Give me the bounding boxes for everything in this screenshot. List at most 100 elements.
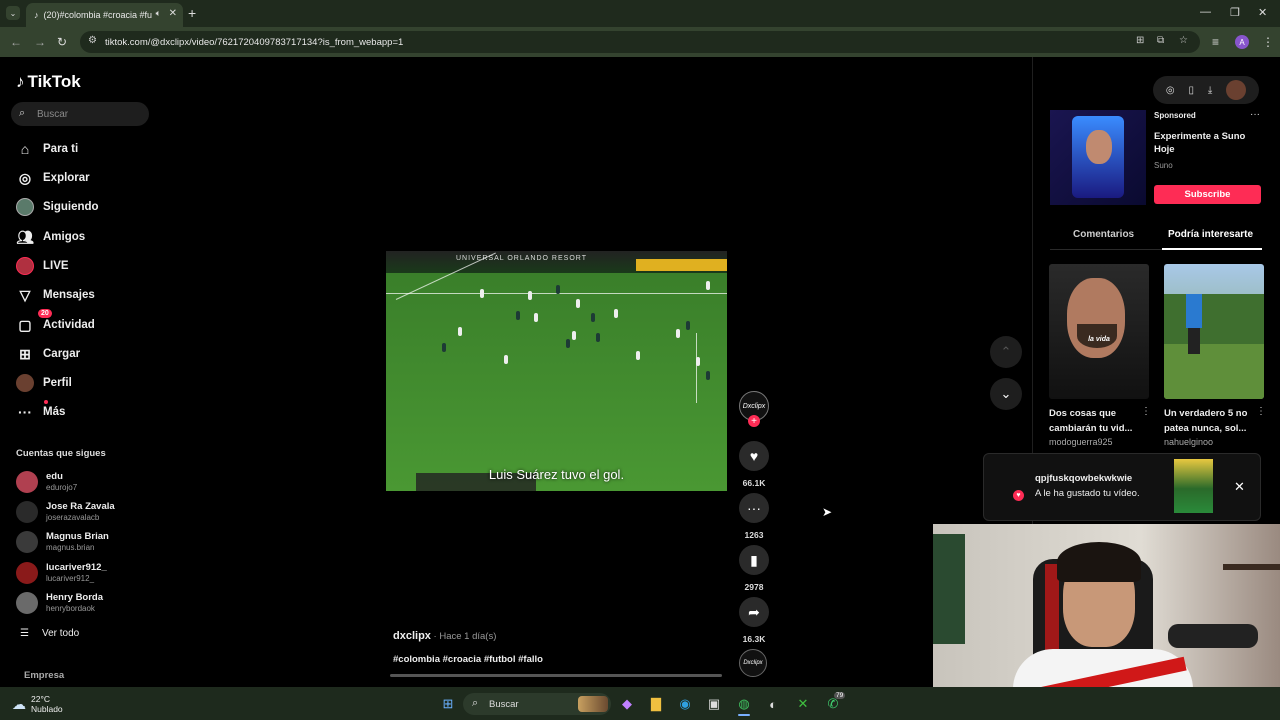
- avatar: [16, 531, 38, 553]
- subscribe-button[interactable]: Subscribe: [1154, 185, 1261, 204]
- back-icon[interactable]: ←: [10, 35, 22, 49]
- video-hashtags[interactable]: #colombia #croacia #futbol #fallo: [393, 654, 543, 665]
- tab-search-icon[interactable]: ⌄: [6, 6, 20, 20]
- comment-action[interactable]: ··· 1263: [738, 493, 770, 540]
- copilot-icon[interactable]: ◆: [616, 694, 638, 714]
- taskbar-search[interactable]: ⌕ Buscar: [463, 693, 611, 715]
- avatar: [16, 501, 38, 523]
- ad-title[interactable]: Experimente a Suno Hoje: [1154, 131, 1264, 156]
- xbox-icon[interactable]: ✕: [792, 694, 814, 714]
- more-vertical-icon[interactable]: ⋮: [1256, 406, 1266, 417]
- tab-comments[interactable]: Comentarios: [1073, 229, 1134, 240]
- following-item[interactable]: Jose Ra Zavala joserazavalacb: [16, 499, 156, 527]
- close-icon[interactable]: ✕: [1234, 479, 1245, 495]
- download-icon[interactable]: ⤓: [1208, 85, 1212, 96]
- video-title[interactable]: Un verdadero 5 no patea nunca, sol...: [1164, 406, 1256, 436]
- video-progress-bar[interactable]: [390, 674, 722, 677]
- close-window-icon[interactable]: ✕: [1258, 6, 1267, 19]
- video-thumbnail[interactable]: [1164, 264, 1264, 399]
- restore-icon[interactable]: ❐: [1230, 6, 1240, 19]
- following-item[interactable]: Magnus Brian magnus.brian: [16, 529, 156, 557]
- bookmark-star-icon[interactable]: ☆: [1179, 35, 1188, 46]
- nav-mensajes[interactable]: ▽ Mensajes: [16, 285, 95, 305]
- share-action[interactable]: ➦ 16.3K: [738, 597, 770, 644]
- tab-interest[interactable]: Podría interesarte: [1168, 229, 1253, 240]
- nav-perfil[interactable]: Perfil: [16, 373, 72, 393]
- menu-dots-icon[interactable]: ⋮: [1262, 35, 1274, 49]
- video-player[interactable]: UNIVERSAL ORLANDO RESORT Luis Suárez tuv…: [386, 251, 727, 491]
- bookmark-icon[interactable]: ▮: [739, 545, 769, 575]
- see-all-link[interactable]: ☰ Ver todo: [20, 628, 79, 639]
- friends-icon: 👥︎: [16, 228, 34, 245]
- chrome-icon[interactable]: ◍: [733, 694, 755, 714]
- like-action[interactable]: ♥ 66.1K: [738, 441, 770, 488]
- video-author[interactable]: modoguerra925: [1049, 437, 1113, 447]
- browser-tab[interactable]: ♪ (20)#colombia #croacia #fu 🔈︎ ✕: [26, 3, 183, 27]
- steam-icon[interactable]: ◐: [762, 694, 784, 714]
- ad-thumbnail[interactable]: [1050, 110, 1146, 205]
- follow-plus-icon[interactable]: +: [748, 415, 760, 427]
- notification-dot: [44, 400, 48, 404]
- search-icon: ⌕: [19, 107, 26, 119]
- video-thumbnail[interactable]: la vida: [1049, 264, 1149, 399]
- edge-icon[interactable]: ◉: [674, 694, 696, 714]
- notification-thumbnail[interactable]: [1174, 459, 1213, 513]
- comment-icon[interactable]: ···: [739, 493, 769, 523]
- nav-cargar[interactable]: ⊞ Cargar: [16, 344, 80, 364]
- music-disc[interactable]: Dxclipx: [739, 649, 767, 677]
- tab-list-icon[interactable]: ≡: [1212, 35, 1219, 49]
- author-name[interactable]: dxclipx: [393, 630, 431, 642]
- more-vertical-icon[interactable]: ⋮: [1141, 406, 1151, 417]
- minimize-icon[interactable]: —: [1200, 6, 1211, 18]
- forward-icon[interactable]: →: [34, 35, 46, 49]
- next-video-button[interactable]: ⌄: [990, 378, 1022, 410]
- explore-icon[interactable]: ◎: [1166, 85, 1175, 96]
- company-link[interactable]: Empresa: [24, 670, 64, 681]
- save-action[interactable]: ▮ 2978: [738, 545, 770, 592]
- audio-icon[interactable]: 🔈︎: [156, 8, 161, 19]
- nav-live[interactable]: LIVE: [16, 256, 69, 276]
- previous-video-button[interactable]: ⌃: [990, 336, 1022, 368]
- profile-avatar[interactable]: A: [1235, 35, 1249, 49]
- mobile-icon[interactable]: ▯: [1188, 85, 1194, 96]
- search-input[interactable]: ⌕ Buscar: [11, 102, 149, 126]
- following-heading: Cuentas que sigues: [16, 448, 106, 459]
- avatar: [16, 562, 38, 584]
- following-item[interactable]: Henry Borda henrybordaok: [16, 590, 156, 618]
- nav-mas[interactable]: ··· Más: [16, 400, 65, 422]
- active-tab-indicator: [1162, 248, 1262, 250]
- weather-widget[interactable]: ☁ 22°C Nublado: [12, 694, 63, 714]
- file-explorer-icon[interactable]: ▇: [645, 694, 667, 714]
- thumbnail-overlay-text: la vida: [1088, 336, 1110, 343]
- nav-actividad[interactable]: ▢ 20 Actividad: [16, 309, 95, 335]
- windows-taskbar: [0, 687, 1280, 720]
- install-icon[interactable]: ⧉: [1157, 35, 1164, 46]
- nav-amigos[interactable]: 👥︎ Amigos: [16, 227, 85, 247]
- video-title[interactable]: Dos cosas que cambiarán tu vid...: [1049, 406, 1141, 436]
- ad-more-icon[interactable]: ···: [1250, 109, 1260, 120]
- following-item[interactable]: lucariver912_ lucariver912_: [16, 560, 156, 588]
- whatsapp-badge: 79: [834, 692, 846, 699]
- heart-icon[interactable]: ♥: [739, 441, 769, 471]
- like-notification[interactable]: [983, 453, 1261, 521]
- reload-icon[interactable]: ↻: [57, 35, 67, 49]
- nav-para-ti[interactable]: ⌂ Para ti: [16, 139, 78, 159]
- following-item[interactable]: edu edurojo7: [16, 469, 156, 497]
- start-icon[interactable]: ⊞: [437, 694, 459, 714]
- new-tab-icon[interactable]: +: [188, 5, 196, 21]
- app-window: ⌄ ♪ (20)#colombia #croacia #fu 🔈︎ ✕ + — …: [0, 0, 1280, 720]
- user-avatar[interactable]: [1226, 80, 1247, 100]
- address-bar[interactable]: ⚙ tiktok.com/@dxclipx/video/762172040978…: [80, 31, 1200, 53]
- tiktok-logo[interactable]: ♪ TikTok: [16, 72, 81, 92]
- nav-explorar[interactable]: ◎ Explorar: [16, 168, 90, 188]
- mouse-cursor-icon: ➤: [822, 505, 833, 519]
- translate-icon[interactable]: ⊞: [1136, 35, 1144, 46]
- tab-title: (20)#colombia #croacia #fu: [43, 10, 153, 20]
- video-author[interactable]: nahuelginoo: [1164, 437, 1213, 447]
- store-icon[interactable]: ▣: [703, 694, 725, 714]
- site-info-icon[interactable]: ⚙: [88, 35, 97, 46]
- share-icon[interactable]: ➦: [739, 597, 769, 627]
- nav-siguiendo[interactable]: Siguiendo: [16, 197, 99, 217]
- tab-close-icon[interactable]: ✕: [169, 8, 177, 19]
- live-icon: [16, 257, 34, 275]
